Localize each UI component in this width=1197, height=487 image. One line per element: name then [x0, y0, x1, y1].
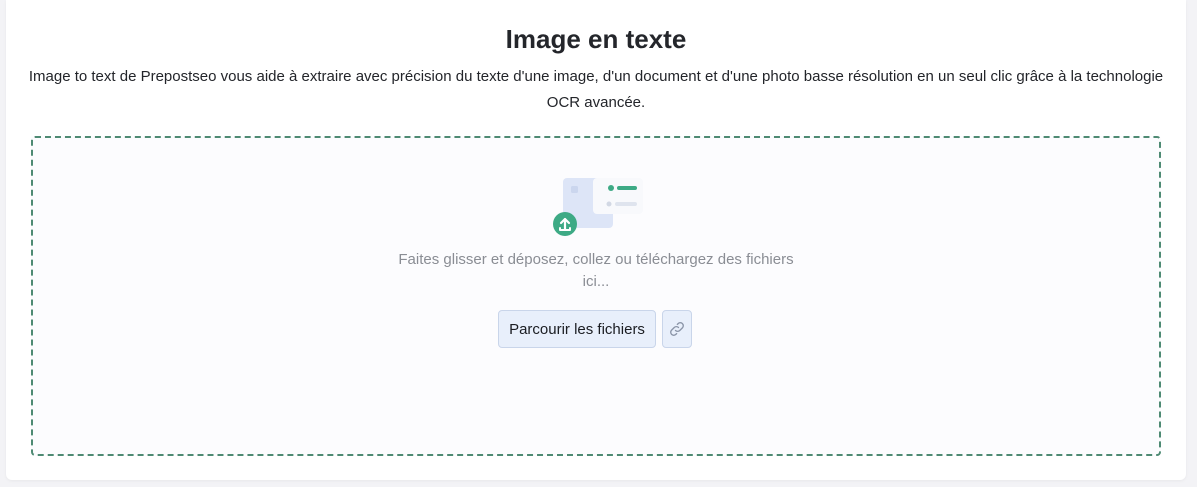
page-description: Image to text de Prepostseo vous aide à … [28, 68, 1164, 111]
ocr-tool-card: Image en texte Image to text de Preposts… [6, 0, 1186, 480]
link-icon [670, 322, 684, 336]
url-link-button[interactable] [662, 310, 692, 348]
file-dropzone[interactable]: Faites glisser et déposez, collez ou tél… [31, 136, 1161, 456]
browse-files-button[interactable]: Parcourir les fichiers [498, 310, 656, 348]
upload-illustration [553, 176, 643, 242]
page-title: Image en texte [505, 24, 687, 54]
upload-icon [553, 212, 577, 236]
dropzone-instruction: Faites glisser et déposez, collez ou tél… [398, 251, 794, 290]
document-illustration-icon [553, 178, 643, 236]
